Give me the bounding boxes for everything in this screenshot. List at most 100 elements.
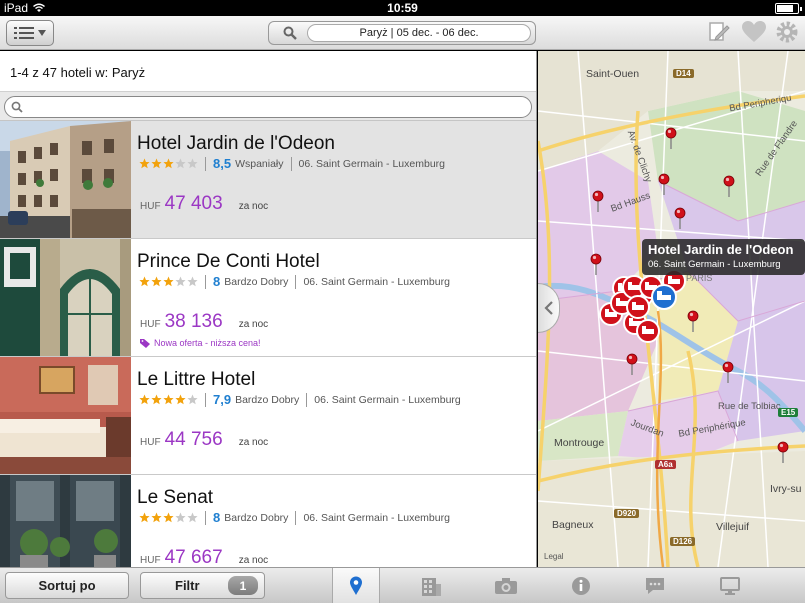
hotel-name: Le Littre Hotel [137, 369, 256, 390]
edit-button[interactable] [707, 20, 731, 44]
list-search-bar [0, 91, 536, 121]
camera-icon [495, 578, 517, 594]
star-filled-icon [151, 394, 162, 405]
star-empty-icon [175, 512, 186, 523]
hotel-name: Hotel Jardin de l'Odeon [137, 133, 335, 154]
hotel-pin[interactable] [674, 207, 686, 230]
hotel-pin[interactable] [723, 175, 735, 198]
hotel-pin[interactable] [687, 310, 699, 333]
review-score: 8,5 [213, 156, 232, 171]
star-filled-icon [163, 394, 174, 405]
star-rating [139, 158, 198, 169]
price-value: 47 403 [164, 193, 223, 214]
hotel-row[interactable]: Prince De Conti Hotel 8 Bardzo Dobry 06.… [0, 239, 536, 357]
price-value: 38 136 [164, 311, 223, 332]
tab-reviews[interactable] [631, 568, 679, 603]
review-label: Bardzo Dobry [224, 275, 289, 288]
star-filled-icon [151, 276, 162, 287]
gear-icon [776, 21, 798, 43]
heart-icon [742, 21, 766, 42]
star-filled-icon [139, 158, 150, 169]
hotel-pin[interactable] [658, 173, 670, 196]
status-bar: iPad 10:59 [0, 0, 805, 16]
hotel-name: Le Senat [137, 487, 214, 508]
hotel-pin[interactable] [590, 253, 602, 276]
star-filled-icon [151, 158, 162, 169]
hotel-row[interactable]: Hotel Jardin de l'Odeon 8,5 Wspaniały 06… [0, 121, 536, 239]
hotel-pin[interactable] [592, 190, 604, 213]
callout-title: Hotel Jardin de l'Odeon [648, 242, 794, 257]
price-per-night: za noc [238, 555, 269, 566]
battery-icon [775, 3, 802, 14]
star-filled-icon [139, 394, 150, 405]
price-per-night: za noc [238, 201, 269, 212]
tab-display[interactable] [706, 568, 754, 603]
settings-button[interactable] [775, 20, 799, 44]
hotel-row[interactable]: Le Senat 8 Bardzo Dobry 06. Saint Germai… [0, 475, 536, 567]
hotel-cluster-pin[interactable] [636, 319, 660, 343]
monitor-icon [720, 577, 740, 595]
top-toolbar: Paryż | 05 dec. - 06 dec. [0, 16, 805, 50]
price-currency: HUF [140, 555, 161, 566]
hotel-list-panel: 1-4 z 47 hoteli w: Paryż Hotel Jardin de… [0, 51, 537, 567]
tab-hotel[interactable] [407, 568, 455, 603]
price-currency: HUF [140, 437, 161, 448]
map-legal-link[interactable]: Legal [544, 552, 564, 561]
search-summary: Paryż | 05 dec. - 06 dec. [307, 24, 531, 42]
building-icon [422, 578, 441, 596]
search-icon [11, 101, 23, 113]
star-rating [139, 512, 198, 523]
offer-text: Nowa oferta - niższa cena! [154, 338, 261, 348]
filter-button[interactable]: Filtr 1 [140, 572, 265, 599]
review-score: 8 [213, 274, 221, 289]
star-filled-icon [151, 512, 162, 523]
price-value: 47 667 [164, 547, 223, 567]
map-pins [590, 127, 789, 464]
review-label: Bardzo Dobry [224, 511, 289, 524]
offer-badge: Nowa oferta - niższa cena! [140, 338, 261, 348]
price-currency: HUF [140, 319, 161, 330]
hotel-district: 06. Saint Germain - Luxemburg [314, 393, 461, 406]
price-per-night: za noc [238, 437, 269, 448]
hotel-district: 06. Saint Germain - Luxemburg [298, 157, 446, 170]
bottom-toolbar: Sortuj po Filtr 1 [0, 567, 805, 603]
tab-info[interactable] [557, 568, 605, 603]
star-empty-icon [187, 158, 198, 169]
hotel-photo [0, 239, 131, 356]
hotel-pin[interactable] [777, 441, 789, 464]
list-search-input[interactable] [29, 99, 523, 115]
callout-subtitle: 06. Saint Germain - Luxemburg [648, 259, 781, 270]
sort-button[interactable]: Sortuj po [5, 572, 129, 599]
hotel-cluster-pin[interactable] [626, 295, 650, 319]
hotel-name: Prince De Conti Hotel [137, 251, 320, 272]
price-value: 44 756 [164, 429, 223, 450]
search-summary-button[interactable]: Paryż | 05 dec. - 06 dec. [268, 21, 536, 45]
hotel-district: 06. Saint Germain - Luxemburg [303, 511, 450, 524]
search-icon [283, 26, 297, 40]
tab-map[interactable] [332, 568, 380, 603]
selected-hotel-pin[interactable] [651, 284, 677, 310]
star-rating [139, 394, 198, 405]
price-per-night: za noc [238, 319, 269, 330]
star-filled-icon [163, 276, 174, 287]
favorites-button[interactable] [741, 20, 766, 44]
review-label: Wspaniały [235, 157, 284, 170]
hotel-row[interactable]: Le Littre Hotel 7,9 Bardzo Dobry 06. Sai… [0, 357, 536, 475]
map-callout[interactable]: Hotel Jardin de l'Odeon 06. Saint Germai… [642, 239, 805, 275]
hotel-pin[interactable] [722, 361, 734, 384]
star-empty-icon [187, 512, 198, 523]
map-pin-icon [350, 576, 362, 595]
results-count: 1-4 z 47 hoteli w: Paryż [10, 65, 146, 80]
map-view[interactable]: Saint-Ouen Bd Peripheriqu Bd Hauss Rue d… [538, 51, 805, 567]
star-filled-icon [163, 158, 174, 169]
info-icon [572, 577, 590, 595]
edit-icon [709, 22, 730, 41]
list-menu-icon [14, 27, 34, 39]
star-filled-icon [139, 276, 150, 287]
hotel-photo [0, 475, 131, 567]
hotel-pin[interactable] [626, 353, 638, 376]
star-empty-icon [187, 394, 198, 405]
tab-photos[interactable] [482, 568, 530, 603]
hotel-pin[interactable] [665, 127, 677, 150]
list-menu-button[interactable] [6, 20, 54, 46]
